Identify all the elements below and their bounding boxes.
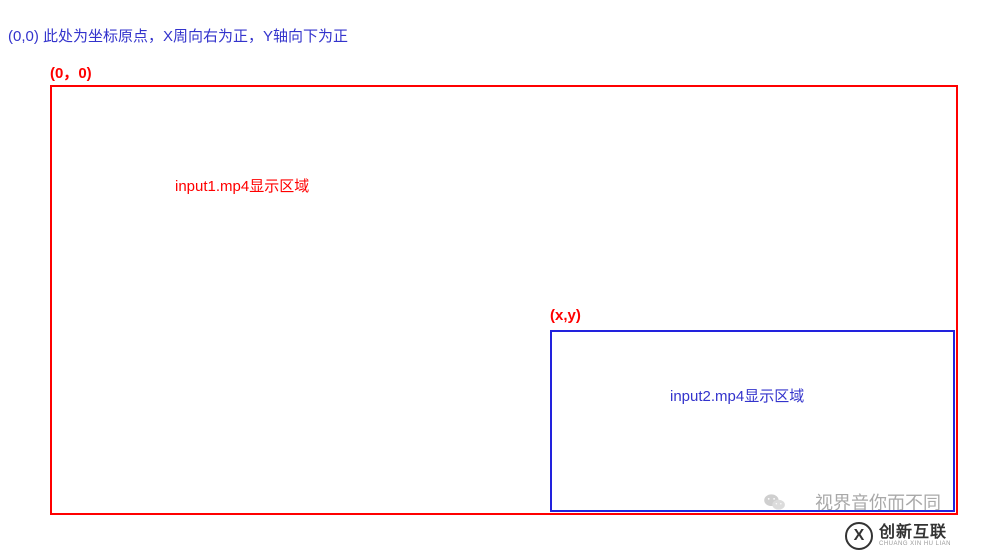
logo-mark: X (854, 528, 865, 544)
outer-region-label: input1.mp4显示区域 (175, 175, 309, 196)
inner-region-label: input2.mp4显示区域 (670, 385, 804, 406)
origin-description: (0,0) 此处为坐标原点，X周向右为正，Y轴向下为正 (8, 25, 348, 46)
logo-circle-icon: X (845, 522, 873, 550)
logo-cn-text: 创新互联 (879, 525, 951, 541)
outer-origin-label: (0，0) (50, 62, 92, 83)
inner-region-box (550, 330, 955, 512)
inner-origin-label: (x,y) (550, 307, 581, 324)
logo-en-text: CHUANG XIN HU LIAN (879, 541, 951, 547)
logo-text: 创新互联 CHUANG XIN HU LIAN (879, 525, 951, 547)
wechat-icon (764, 493, 786, 515)
brand-logo: X 创新互联 CHUANG XIN HU LIAN (845, 522, 951, 550)
watermark-text: 视界音你而不同 (815, 489, 941, 515)
